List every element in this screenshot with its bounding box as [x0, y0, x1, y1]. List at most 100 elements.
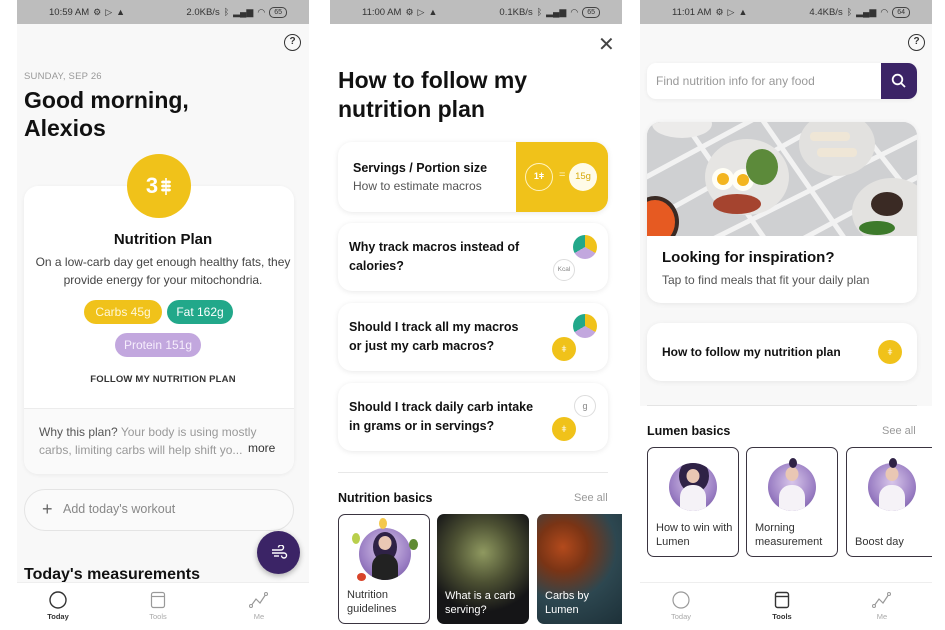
man-illustration [768, 463, 816, 511]
serving-grams: 15g [569, 163, 597, 191]
faq-question: Should I track all my macros or just my … [349, 320, 519, 353]
inspiration-card[interactable]: Looking for inspiration? Tap to find mea… [647, 122, 917, 303]
tile-nutrition-guidelines[interactable]: Nutrition guidelines [338, 514, 430, 624]
breath-fab-button[interactable] [257, 531, 300, 574]
today-screen: 10:59 AM ⚙ ▷ ▲ 2.0KB/s ᛒ ▂▄▆ ◠ 65 ? SUND… [17, 0, 309, 630]
wifi-icon: ◠ [257, 6, 266, 17]
tile-label: Boost day [855, 536, 904, 548]
faq-card[interactable]: Should I track daily carb intake in gram… [338, 383, 608, 451]
status-bar: 11:00 AM ⚙ ▷ ▲ 0.1KB/s ᛒ ▂▄▆ ◠ 65 [330, 0, 622, 24]
network-speed: 0.1KB/s [499, 6, 533, 18]
close-icon[interactable]: ✕ [598, 35, 615, 55]
how-to-follow-card[interactable]: How to follow my nutrition plan ǂ [647, 323, 917, 381]
wifi-icon: ◠ [570, 6, 579, 17]
bluetooth-icon: ᛒ [536, 6, 543, 17]
tile-how-to-win[interactable]: How to win with Lumen [647, 447, 739, 557]
breath-icon [271, 544, 287, 559]
tile-label: How to win with Lumen [656, 522, 733, 548]
servings-title: Servings / Portion size [353, 161, 488, 175]
tab-me[interactable]: Me [852, 591, 912, 621]
tile-boost-day[interactable]: Boost day [846, 447, 932, 557]
tab-me[interactable]: Me [229, 591, 289, 621]
bluetooth-icon: ᛒ [846, 6, 853, 17]
page-title: How to follow my nutrition plan [338, 67, 528, 122]
settings-notification-icon: ⚙ [405, 6, 414, 17]
carb-serving-icon: ǂ [552, 417, 576, 441]
equals-sign: = [559, 169, 566, 181]
network-speed: 4.4KB/s [809, 6, 843, 18]
macros-pie-icon [573, 314, 597, 338]
tab-today[interactable]: Today [28, 591, 88, 621]
add-workout-label: Add today's workout [63, 502, 176, 516]
plan-number: 3 [145, 173, 159, 198]
chart-line-icon [249, 592, 268, 608]
why-plan-question: Why this plan? [39, 425, 118, 439]
kcal-icon: Kcal [553, 259, 575, 281]
tab-tools[interactable]: Tools [752, 591, 812, 621]
servings-card[interactable]: Servings / Portion size How to estimate … [338, 142, 608, 212]
faq-card[interactable]: Should I track all my macros or just my … [338, 303, 608, 371]
serving-illustration: 1ǂ = 15g [516, 142, 608, 212]
woman-illustration [669, 463, 717, 511]
bluetooth-icon: ᛒ [223, 6, 230, 17]
search-button[interactable] [881, 63, 917, 99]
carbs-pill: Carbs 45g [84, 300, 162, 324]
tile-label: Nutrition guidelines [347, 589, 397, 615]
plan-title: Nutrition Plan [113, 231, 213, 248]
warning-icon: ▲ [116, 6, 126, 17]
food-search: Find nutrition info for any food [647, 63, 917, 99]
tile-carb-serving[interactable]: What is a carb serving? [437, 514, 529, 624]
tab-label: Me [876, 612, 888, 621]
help-icon[interactable]: ? [908, 34, 925, 51]
add-workout-button[interactable]: + Add today's workout [24, 489, 294, 531]
status-bar: 11:01 AM ⚙ ▷ ▲ 4.4KB/s ᛒ ▂▄▆ ◠ 64 [640, 0, 932, 24]
tab-label: Tools [149, 612, 167, 621]
tab-today[interactable]: Today [651, 591, 711, 621]
tab-label: Today [670, 612, 691, 621]
man-hair [789, 458, 797, 468]
fat-pill: Fat 162g [167, 300, 233, 324]
tile-morning-measurement[interactable]: Morning measurement [746, 447, 838, 557]
grams-icon: g [574, 395, 596, 417]
settings-notification-icon: ⚙ [715, 6, 724, 17]
tools-icon [774, 591, 790, 609]
section-title: Lumen basics [647, 424, 731, 438]
tile-label: Morning measurement [755, 522, 823, 548]
warning-icon: ▲ [738, 6, 748, 17]
tab-label: Today [47, 612, 69, 621]
macros-pie-icon [573, 235, 597, 259]
inspiration-subtitle: Tap to find meals that fit your daily pl… [662, 273, 870, 287]
battery-icon: 64 [892, 6, 910, 18]
tab-tools[interactable]: Tools [128, 591, 188, 621]
greeting-title: Good morning, Alexios [24, 87, 189, 141]
tile-carbs-by-lumen[interactable]: Carbs by Lumen [537, 514, 622, 624]
tools-icon [150, 591, 166, 609]
warning-icon: ▲ [428, 6, 438, 17]
avocado-icon [409, 539, 418, 550]
search-input[interactable]: Find nutrition info for any food [656, 74, 815, 88]
meals-photo-illustration [647, 122, 917, 236]
faq-question: Should I track daily carb intake in gram… [349, 400, 534, 433]
section-title: Nutrition basics [338, 491, 433, 505]
serving-count-ring: 1ǂ [525, 163, 553, 191]
plus-icon: + [42, 499, 53, 519]
more-link[interactable]: more [248, 441, 275, 455]
corn-icon [352, 533, 360, 544]
bottom-tab-bar: Today Tools Me [17, 582, 309, 630]
follow-plan-link[interactable]: FOLLOW MY NUTRITION PLAN [17, 374, 309, 385]
help-icon[interactable]: ? [284, 34, 301, 51]
divider [338, 472, 608, 473]
faq-card[interactable]: Why track macros instead of calories? Kc… [338, 223, 608, 291]
signal-icon: ▂▄▆ [856, 6, 877, 17]
meals-photo [647, 122, 917, 236]
tomato-icon [357, 573, 366, 581]
circle-icon [672, 591, 690, 609]
status-time: 11:00 AM [362, 6, 402, 18]
chart-line-icon [872, 592, 891, 608]
play-store-icon: ▷ [105, 6, 113, 17]
see-all-link[interactable]: See all [882, 425, 916, 437]
see-all-link[interactable]: See all [574, 492, 608, 504]
inspiration-title: Looking for inspiration? [662, 249, 835, 266]
search-icon [891, 73, 906, 88]
tab-label: Me [253, 612, 265, 621]
